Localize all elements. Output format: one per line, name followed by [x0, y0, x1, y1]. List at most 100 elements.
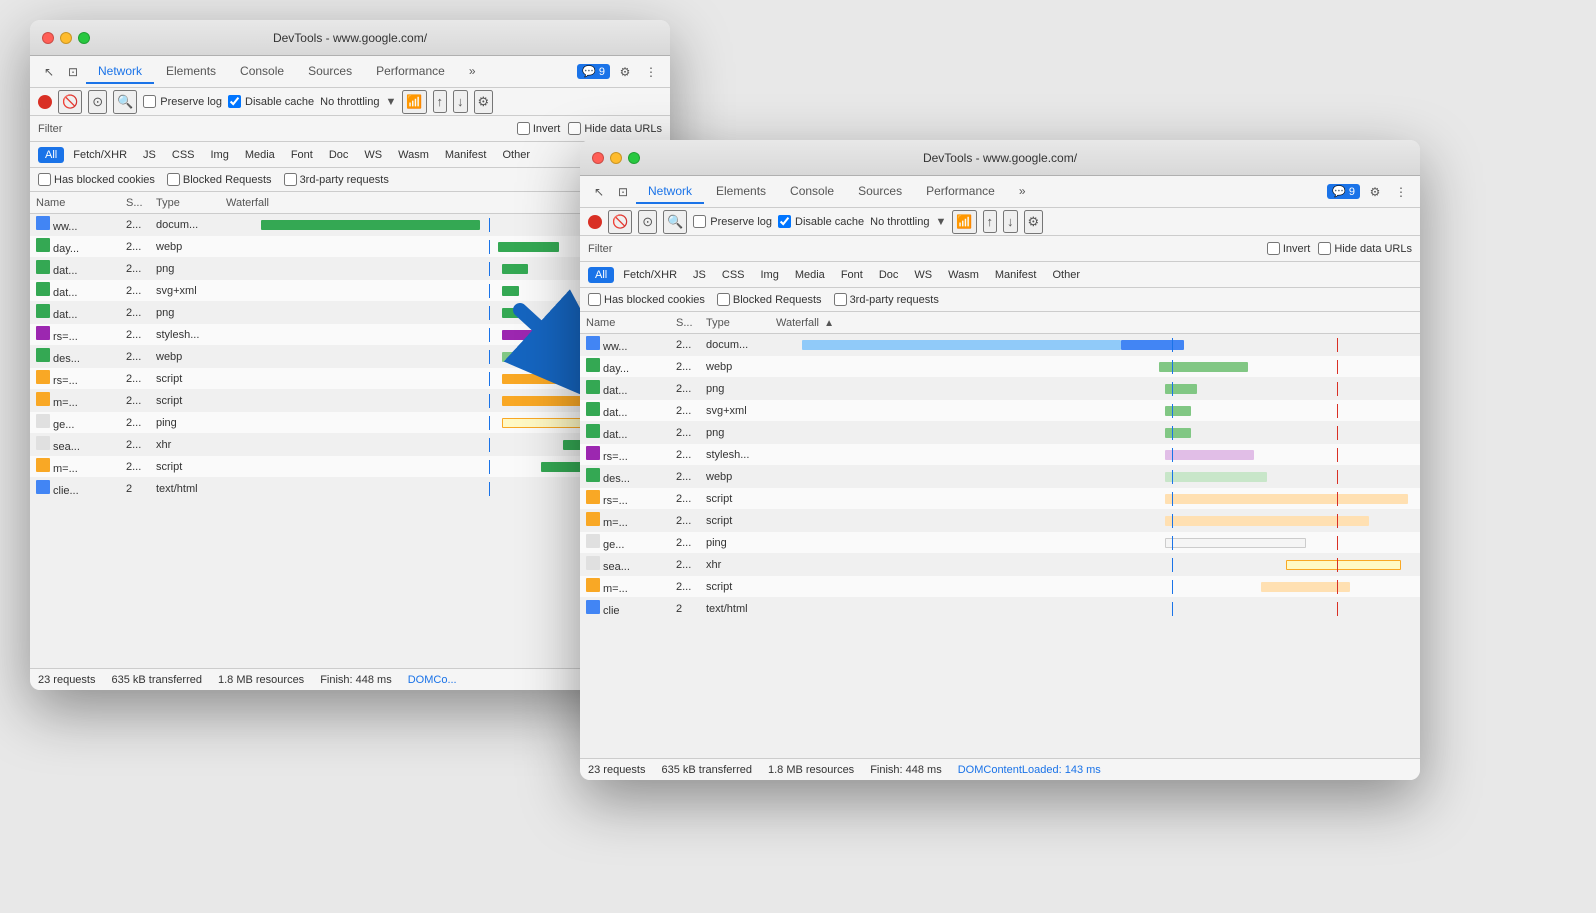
- type-js-back[interactable]: JS: [136, 147, 163, 163]
- table-row[interactable]: des... 2... webp: [30, 346, 670, 368]
- import-icon-back[interactable]: ↓: [453, 90, 468, 113]
- col-type-front[interactable]: Type: [706, 317, 776, 329]
- tab-performance-back[interactable]: Performance: [364, 60, 457, 84]
- maximize-button[interactable]: [78, 32, 90, 44]
- table-row[interactable]: day... 2... webp: [580, 356, 1420, 378]
- type-ws-back[interactable]: WS: [357, 147, 389, 163]
- type-img-back[interactable]: Img: [204, 147, 236, 163]
- clear-icon-front[interactable]: 🚫: [608, 210, 632, 234]
- minimize-button-front[interactable]: [610, 152, 622, 164]
- table-row[interactable]: ww... 2... docum...: [580, 334, 1420, 356]
- throttle-select-back[interactable]: No throttling: [320, 96, 379, 108]
- table-row[interactable]: dat... 2... svg+xml: [580, 400, 1420, 422]
- type-other-front[interactable]: Other: [1045, 267, 1087, 283]
- cursor-icon-front[interactable]: ↖: [588, 181, 610, 203]
- table-row[interactable]: dat... 2... png: [30, 258, 670, 280]
- disable-cache-back[interactable]: Disable cache: [228, 95, 314, 108]
- table-row[interactable]: dat... 2... svg+xml: [30, 280, 670, 302]
- close-button[interactable]: [42, 32, 54, 44]
- tab-console-back[interactable]: Console: [228, 60, 296, 84]
- type-manifest-front[interactable]: Manifest: [988, 267, 1044, 283]
- type-css-back[interactable]: CSS: [165, 147, 202, 163]
- type-wasm-back[interactable]: Wasm: [391, 147, 436, 163]
- table-row[interactable]: m=... 2... script: [30, 456, 670, 478]
- table-row[interactable]: clie... 2 text/html: [30, 478, 670, 500]
- tab-network-back[interactable]: Network: [86, 60, 154, 84]
- type-css-front[interactable]: CSS: [715, 267, 752, 283]
- type-doc-front[interactable]: Doc: [872, 267, 906, 283]
- filter-icon-back[interactable]: ⊙: [88, 90, 107, 114]
- table-row[interactable]: dat... 2... png: [580, 422, 1420, 444]
- table-row[interactable]: dat... 2... png: [580, 378, 1420, 400]
- col-name-front[interactable]: Name: [586, 317, 676, 329]
- tab-more-back[interactable]: »: [457, 60, 488, 84]
- col-type-back[interactable]: Type: [156, 197, 226, 209]
- maximize-button-front[interactable]: [628, 152, 640, 164]
- table-row[interactable]: ww... 2... docum...: [30, 214, 670, 236]
- col-status-front[interactable]: S...: [676, 317, 706, 329]
- table-row[interactable]: day... 2... webp: [30, 236, 670, 258]
- col-waterfall-front[interactable]: Waterfall ▲: [776, 317, 1414, 329]
- type-wasm-front[interactable]: Wasm: [941, 267, 986, 283]
- blocked-cookies-front[interactable]: Has blocked cookies: [588, 293, 705, 306]
- type-font-back[interactable]: Font: [284, 147, 320, 163]
- tab-console-front[interactable]: Console: [778, 180, 846, 204]
- hide-data-urls-front[interactable]: Hide data URLs: [1318, 242, 1412, 255]
- settings-icon-back[interactable]: ⚙: [474, 90, 494, 114]
- type-media-back[interactable]: Media: [238, 147, 282, 163]
- preserve-log-back[interactable]: Preserve log: [143, 95, 222, 108]
- blocked-requests-back[interactable]: Blocked Requests: [167, 173, 272, 186]
- type-all-front[interactable]: All: [588, 267, 614, 283]
- type-ws-front[interactable]: WS: [907, 267, 939, 283]
- gear-icon-back[interactable]: ⚙: [614, 61, 636, 83]
- table-row[interactable]: sea... 2... xhr: [580, 554, 1420, 576]
- table-row[interactable]: sea... 2... xhr: [30, 434, 670, 456]
- table-row[interactable]: ge... 2... ping: [580, 532, 1420, 554]
- table-row[interactable]: rs=... 2... stylesh...: [30, 324, 670, 346]
- tab-performance-front[interactable]: Performance: [914, 180, 1007, 204]
- third-party-front[interactable]: 3rd-party requests: [834, 293, 939, 306]
- settings-icon-front[interactable]: ⚙: [1024, 210, 1044, 234]
- throttle-select-front[interactable]: No throttling: [870, 216, 929, 228]
- gear-icon-front[interactable]: ⚙: [1364, 181, 1386, 203]
- blocked-requests-front[interactable]: Blocked Requests: [717, 293, 822, 306]
- col-name-back[interactable]: Name: [36, 197, 126, 209]
- cursor-icon[interactable]: ↖: [38, 61, 60, 83]
- type-fetch-back[interactable]: Fetch/XHR: [66, 147, 134, 163]
- type-img-front[interactable]: Img: [754, 267, 786, 283]
- type-fetch-front[interactable]: Fetch/XHR: [616, 267, 684, 283]
- table-row[interactable]: clie 2 text/html: [580, 598, 1420, 620]
- record-button-back[interactable]: [38, 95, 52, 109]
- tab-more-front[interactable]: »: [1007, 180, 1038, 204]
- filter-icon-front[interactable]: ⊙: [638, 210, 657, 234]
- minimize-button[interactable]: [60, 32, 72, 44]
- import-icon-front[interactable]: ↓: [1003, 210, 1018, 233]
- invert-check-back[interactable]: Invert: [517, 122, 561, 135]
- table-row[interactable]: m=... 2... script: [580, 510, 1420, 532]
- table-row[interactable]: des... 2... webp: [580, 466, 1420, 488]
- export-icon-front[interactable]: ↑: [983, 210, 998, 233]
- table-row[interactable]: rs=... 2... script: [30, 368, 670, 390]
- table-row[interactable]: rs=... 2... script: [580, 488, 1420, 510]
- type-manifest-back[interactable]: Manifest: [438, 147, 494, 163]
- type-font-front[interactable]: Font: [834, 267, 870, 283]
- table-row[interactable]: rs=... 2... stylesh...: [580, 444, 1420, 466]
- search-icon-front[interactable]: 🔍: [663, 210, 687, 234]
- table-row[interactable]: ge... 2... ping: [30, 412, 670, 434]
- wifi-icon-back[interactable]: 📶: [402, 90, 426, 114]
- hide-data-urls-back[interactable]: Hide data URLs: [568, 122, 662, 135]
- type-all-back[interactable]: All: [38, 147, 64, 163]
- tab-network-front[interactable]: Network: [636, 180, 704, 204]
- preserve-log-front[interactable]: Preserve log: [693, 215, 772, 228]
- type-media-front[interactable]: Media: [788, 267, 832, 283]
- tab-sources-front[interactable]: Sources: [846, 180, 914, 204]
- table-row[interactable]: m=... 2... script: [580, 576, 1420, 598]
- col-status-back[interactable]: S...: [126, 197, 156, 209]
- invert-check-front[interactable]: Invert: [1267, 242, 1311, 255]
- record-button-front[interactable]: [588, 215, 602, 229]
- type-js-front[interactable]: JS: [686, 267, 713, 283]
- tab-sources-back[interactable]: Sources: [296, 60, 364, 84]
- tab-elements-front[interactable]: Elements: [704, 180, 778, 204]
- clear-icon-back[interactable]: 🚫: [58, 90, 82, 114]
- blocked-cookies-back[interactable]: Has blocked cookies: [38, 173, 155, 186]
